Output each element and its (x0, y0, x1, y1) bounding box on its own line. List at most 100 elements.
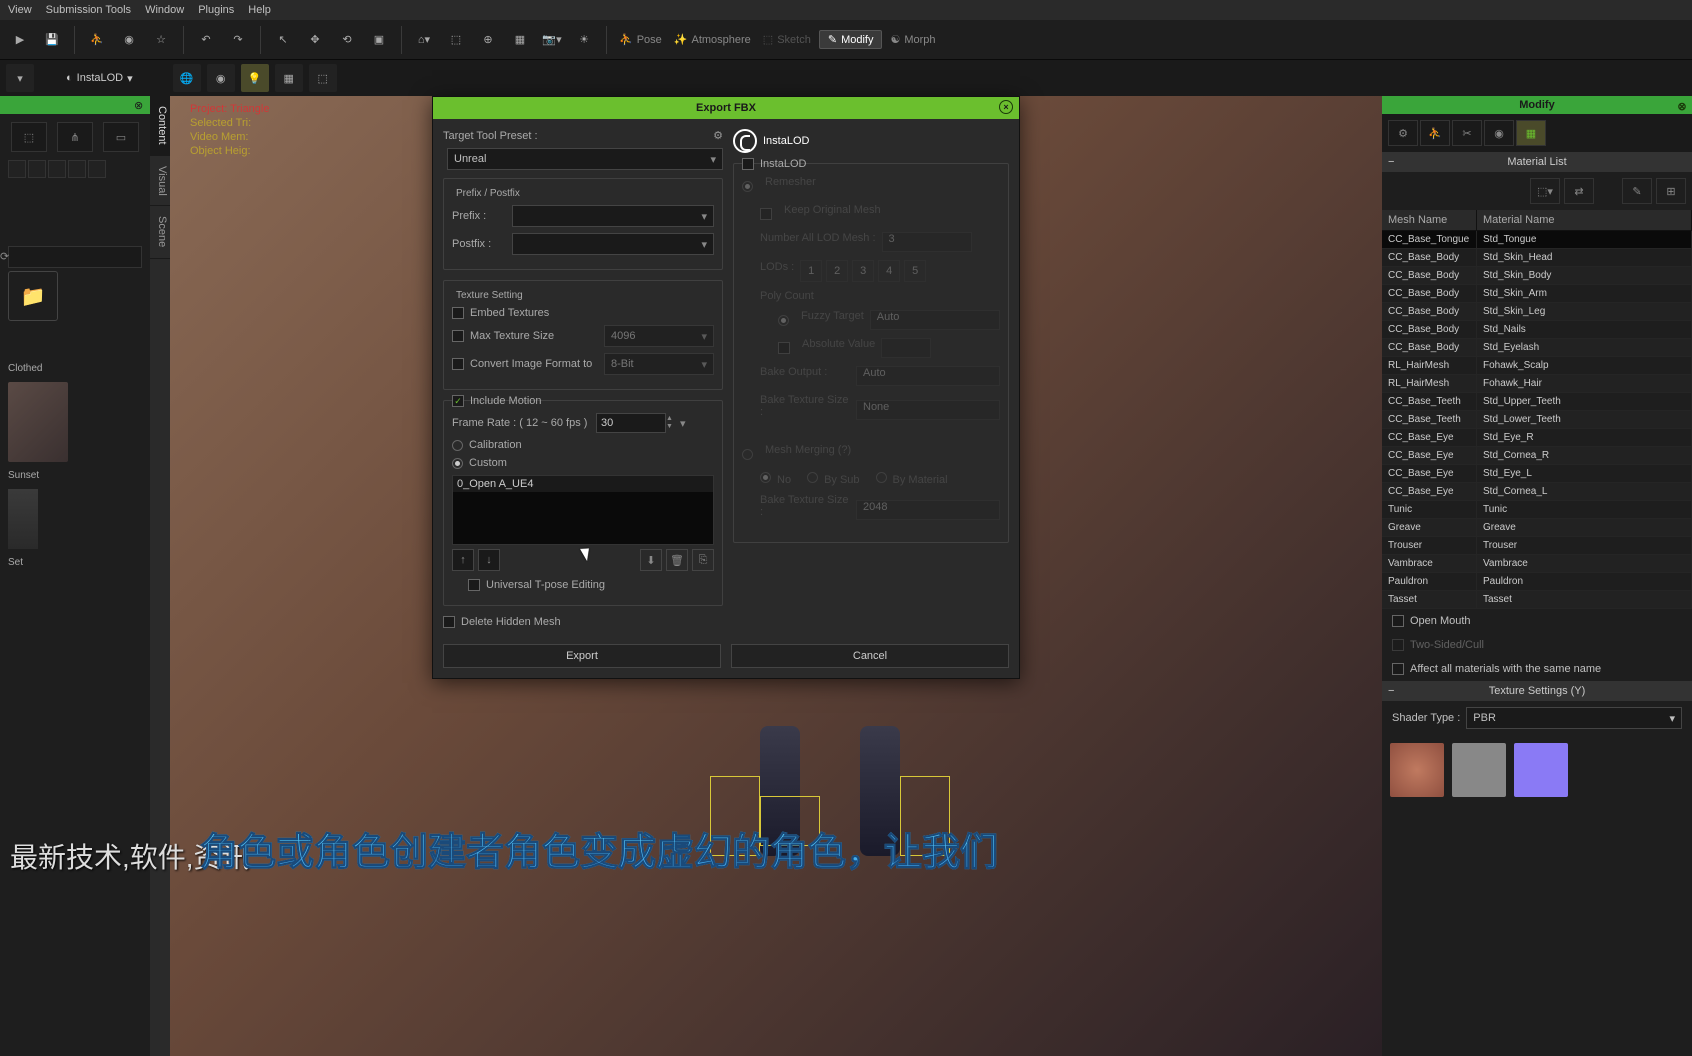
preset-dropdown[interactable]: Unreal (447, 148, 723, 170)
menu-window[interactable]: Window (145, 4, 184, 16)
material-name-header[interactable]: Material Name (1477, 210, 1692, 230)
table-row[interactable]: VambraceVambrace (1382, 555, 1692, 573)
camera-icon[interactable]: 📷▾ (538, 26, 566, 54)
table-row[interactable]: CC_Base_BodyStd_Skin_Leg (1382, 303, 1692, 321)
material-list-header[interactable]: −Material List (1382, 152, 1692, 172)
tab-scene[interactable]: Scene (150, 206, 170, 258)
rp-icon-4[interactable]: ◉ (1484, 120, 1514, 146)
table-row[interactable]: TassetTasset (1382, 591, 1692, 609)
sketch-button[interactable]: ⬚Sketch (759, 33, 815, 46)
menu-help[interactable]: Help (248, 4, 271, 16)
rp-icon-2[interactable]: ⛹ (1420, 120, 1450, 146)
table-row[interactable]: PauldronPauldron (1382, 573, 1692, 591)
texture-thumb-3[interactable] (1514, 743, 1568, 797)
motion-list[interactable]: 0_Open A_UE4 (452, 475, 714, 545)
tex-icon[interactable]: ⬚ (309, 64, 337, 92)
undo-icon[interactable]: ↶ (192, 26, 220, 54)
menu-submission[interactable]: Submission Tools (46, 4, 131, 16)
refresh-icon[interactable]: ⟳ (0, 250, 138, 263)
tab-content[interactable]: Content (150, 96, 170, 156)
box-icon[interactable]: ▦ (506, 26, 534, 54)
frame-icon[interactable]: ⬚ (442, 26, 470, 54)
figure-icon[interactable]: ☆ (147, 26, 175, 54)
filter-1[interactable] (8, 160, 26, 178)
texture-thumb-2[interactable] (1452, 743, 1506, 797)
table-row[interactable]: CC_Base_EyeStd_Eye_R (1382, 429, 1692, 447)
rp-icon-1[interactable]: ⚙ (1388, 120, 1418, 146)
table-row[interactable]: CC_Base_EyeStd_Eye_L (1382, 465, 1692, 483)
table-row[interactable]: CC_Base_BodyStd_Skin_Arm (1382, 285, 1692, 303)
menu-plugins[interactable]: Plugins (198, 4, 234, 16)
menu-view[interactable]: View (8, 4, 32, 16)
texture-settings-header[interactable]: −Texture Settings (Y) (1382, 681, 1692, 701)
maxtex-checkbox[interactable] (452, 330, 464, 342)
custom-radio[interactable] (452, 458, 463, 469)
table-row[interactable]: RL_HairMeshFohawk_Hair (1382, 375, 1692, 393)
content-icon-2[interactable]: ⋔ (57, 122, 93, 152)
mat-btn-1[interactable]: ⬚▾ (1530, 178, 1560, 204)
affect-all-checkbox[interactable] (1392, 663, 1404, 675)
home-icon[interactable]: ⌂▾ (410, 26, 438, 54)
expand-icon[interactable]: ⊕ (474, 26, 502, 54)
rotate-icon[interactable]: ⟲ (333, 26, 361, 54)
spinner-icon[interactable]: ▲▼ (666, 415, 678, 431)
table-row[interactable]: CC_Base_EyeStd_Cornea_L (1382, 483, 1692, 501)
texture-thumb-1[interactable] (1390, 743, 1444, 797)
mesh-name-header[interactable]: Mesh Name (1382, 210, 1477, 230)
filter-2[interactable] (28, 160, 46, 178)
grid-icon[interactable]: ▦ (275, 64, 303, 92)
delete-hidden-checkbox[interactable] (443, 616, 455, 628)
gear-icon[interactable]: ⚙ (713, 129, 723, 142)
motion-item[interactable]: 0_Open A_UE4 (453, 476, 713, 492)
prefix-dropdown[interactable] (512, 205, 714, 227)
table-row[interactable]: CC_Base_BodyStd_Nails (1382, 321, 1692, 339)
table-row[interactable]: TrouserTrouser (1382, 537, 1692, 555)
viewport[interactable]: Project: Triangle Selected Tri: Video Me… (170, 96, 1382, 1056)
framerate-input[interactable] (596, 413, 666, 433)
convert-checkbox[interactable] (452, 358, 464, 370)
motion-down[interactable]: ↓ (478, 549, 500, 571)
filter-3[interactable] (48, 160, 66, 178)
instalod-checkbox[interactable] (742, 158, 754, 170)
modify-close-icon[interactable]: ⊗ (1676, 98, 1688, 110)
embed-checkbox[interactable] (452, 307, 464, 319)
save-icon[interactable]: 💾 (38, 26, 66, 54)
modify-button[interactable]: ✎Modify (819, 30, 883, 49)
tpose-checkbox[interactable] (468, 579, 480, 591)
maxtex-dropdown[interactable]: 4096 (604, 325, 714, 347)
table-row[interactable]: GreaveGreave (1382, 519, 1692, 537)
pose-button[interactable]: ⛹Pose (615, 33, 666, 46)
motion-checkbox[interactable] (452, 395, 464, 407)
thumb-sunset[interactable] (8, 489, 38, 549)
dialog-close-icon[interactable]: × (999, 100, 1013, 114)
convert-dropdown[interactable]: 8-Bit (604, 353, 714, 375)
sun-icon[interactable]: ☀ (570, 26, 598, 54)
table-row[interactable]: TunicTunic (1382, 501, 1692, 519)
import-icon[interactable]: ⬇ (640, 549, 662, 571)
mat-btn-4[interactable]: ⊞ (1656, 178, 1686, 204)
table-row[interactable]: CC_Base_BodyStd_Skin_Head (1382, 249, 1692, 267)
rp-icon-5[interactable]: ▦ (1516, 120, 1546, 146)
play-icon[interactable]: ▶ (6, 26, 34, 54)
filter-4[interactable] (68, 160, 86, 178)
tab-visual[interactable]: Visual (150, 156, 170, 207)
rp-icon-3[interactable]: ✂ (1452, 120, 1482, 146)
sphere-icon[interactable]: ◉ (207, 64, 235, 92)
calibration-radio[interactable] (452, 440, 463, 451)
mat-btn-2[interactable]: ⇄ (1564, 178, 1594, 204)
table-row[interactable]: CC_Base_BodyStd_Eyelash (1382, 339, 1692, 357)
world-icon[interactable]: 🌐 (173, 64, 201, 92)
select-icon[interactable]: ↖ (269, 26, 297, 54)
dropdown-icon[interactable]: ▾ (6, 64, 34, 92)
folder-icon[interactable]: 📁 (8, 271, 58, 321)
table-row[interactable]: CC_Base_TongueStd_Tongue (1382, 231, 1692, 249)
content-icon-1[interactable]: ⬚ (11, 122, 47, 152)
collapse-icon-2[interactable]: − (1388, 685, 1394, 697)
motion-up[interactable]: ↑ (452, 549, 474, 571)
table-row[interactable]: RL_HairMeshFohawk_Scalp (1382, 357, 1692, 375)
redo-icon[interactable]: ↷ (224, 26, 252, 54)
atmosphere-button[interactable]: ✨Atmosphere (670, 33, 755, 46)
mat-btn-3[interactable]: ✎ (1622, 178, 1652, 204)
table-row[interactable]: CC_Base_TeethStd_Lower_Teeth (1382, 411, 1692, 429)
close-icon[interactable]: ⊗ (134, 99, 146, 111)
